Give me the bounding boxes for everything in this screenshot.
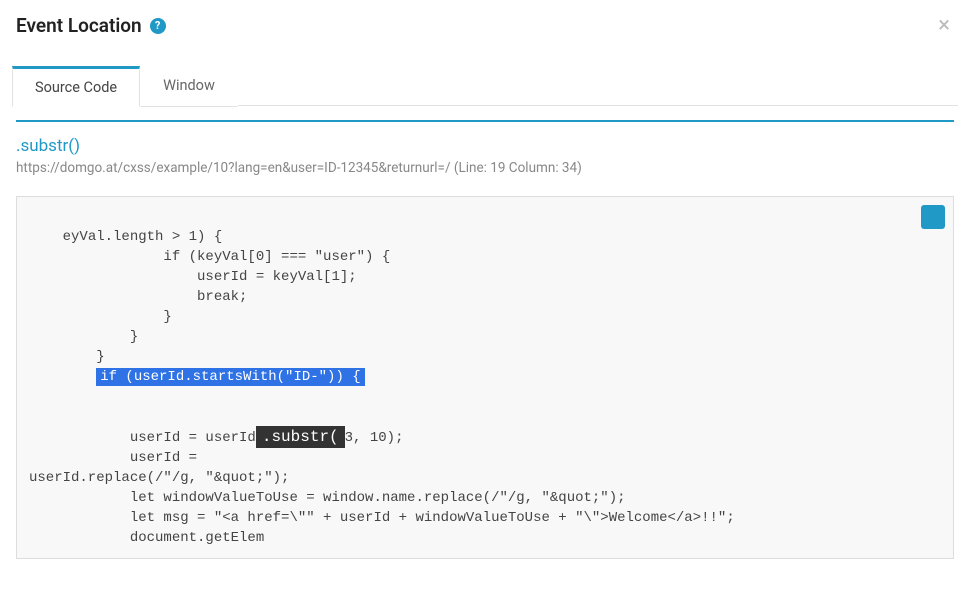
help-icon[interactable]: ? — [150, 18, 166, 34]
open-external-button[interactable] — [921, 205, 945, 229]
method-name: .substr() — [16, 136, 954, 156]
code-line-7: } — [29, 349, 105, 365]
tabs: Source Code Window — [0, 65, 970, 106]
close-icon[interactable]: × — [934, 15, 954, 37]
code-line-8-pre — [29, 369, 96, 385]
highlight-condition: if (userId.startsWith("ID-")) { — [96, 368, 364, 386]
code-line-9-post: 3, 10); — [345, 430, 404, 446]
tab-window[interactable]: Window — [140, 66, 238, 107]
code-line-10: userId = — [29, 450, 205, 466]
code-line-4: break; — [29, 289, 247, 305]
code-line-2: if (keyVal[0] === "user") { — [29, 249, 390, 265]
highlight-method-call: .substr( — [256, 426, 345, 448]
code-line-11: userId.replace(/"/g, "&quot;"); — [29, 470, 289, 486]
code-line-1: eyVal.length > 1) { — [63, 229, 223, 245]
external-link-icon — [892, 196, 954, 248]
code-line-14: document.getElem — [29, 530, 264, 546]
tab-source-code[interactable]: Source Code — [12, 66, 140, 107]
code-line-3: userId = keyVal[1]; — [29, 269, 357, 285]
tab-filler — [238, 65, 958, 106]
code-line-6: } — [29, 329, 138, 345]
code-line-12: let windowValueToUse = window.name.repla… — [29, 490, 626, 506]
dialog-header: Event Location ? × — [0, 0, 970, 47]
source-url-line: https://domgo.at/cxss/example/10?lang=en… — [16, 160, 954, 176]
code-line-13: let msg = "<a href=\"" + userId + window… — [29, 510, 735, 526]
dialog-title: Event Location — [16, 14, 142, 37]
tab-content: .substr() https://domgo.at/cxss/example/… — [0, 120, 970, 575]
source-code-block: eyVal.length > 1) { if (keyVal[0] === "u… — [16, 196, 954, 559]
code-line-5: } — [29, 309, 172, 325]
code-line-9-pre: userId = userId — [29, 430, 256, 446]
accent-divider — [16, 120, 954, 122]
title-wrap: Event Location ? — [16, 14, 166, 37]
